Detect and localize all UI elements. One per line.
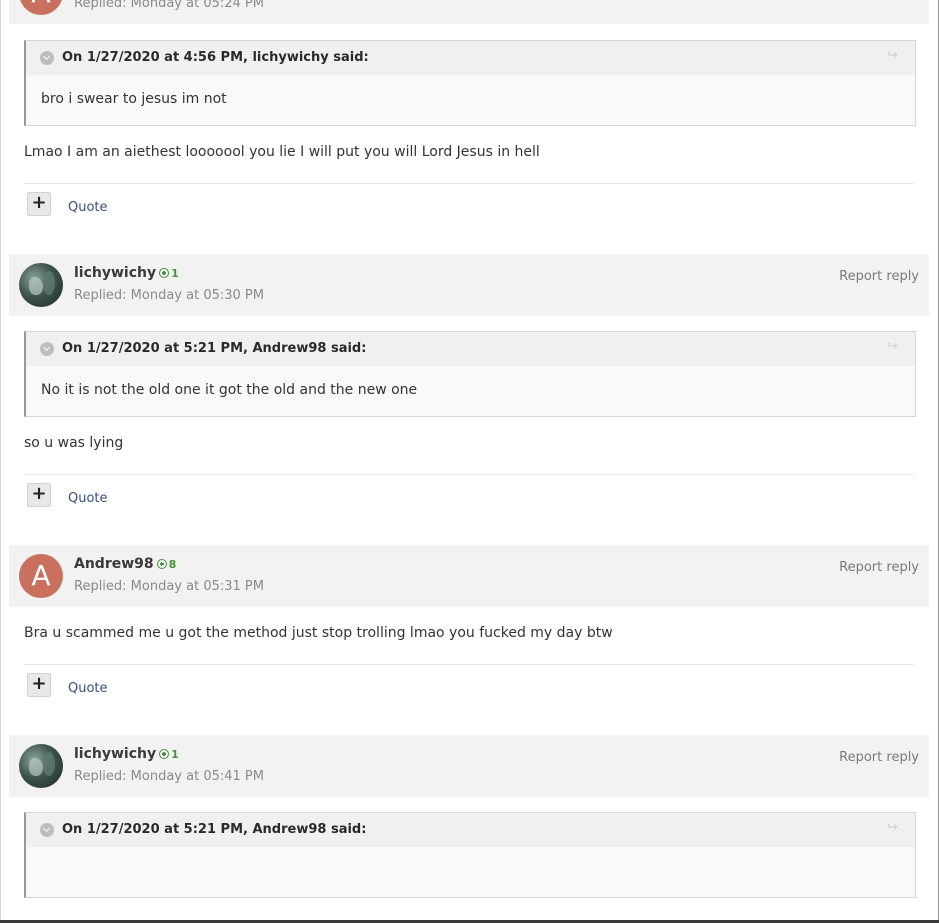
- author-name[interactable]: lichywichy 1: [74, 265, 179, 281]
- replied-time: Replied: Monday at 05:41 PM: [74, 769, 264, 784]
- reputation-badge: 1: [159, 748, 179, 761]
- collapse-chevron-icon[interactable]: [40, 823, 54, 837]
- left-border: [0, 0, 1, 923]
- avatar[interactable]: A: [19, 0, 63, 15]
- quote-button[interactable]: Quote: [68, 491, 108, 506]
- post-content: Lmao I am an aiethest looooool you lie I…: [24, 144, 540, 160]
- quote-button[interactable]: Quote: [68, 681, 108, 696]
- quote-header: On 1/27/2020 at 4:56 PM, lichywichy said…: [26, 41, 915, 75]
- reputation-badge: 8: [156, 558, 176, 571]
- plus-circle-icon: [159, 749, 170, 759]
- report-reply-link[interactable]: Report reply: [839, 269, 919, 284]
- post-header: lichywichy 1 Replied: Monday at 05:30 PM …: [9, 254, 929, 316]
- quote-block: On 1/27/2020 at 5:21 PM, Andrew98 said: …: [24, 812, 916, 898]
- quote-citation[interactable]: On 1/27/2020 at 5:21 PM, Andrew98 said:: [62, 822, 366, 837]
- reputation-badge: 1: [159, 267, 179, 280]
- post-header: lichywichy 1 Replied: Monday at 05:41 PM …: [9, 735, 929, 797]
- quote-block: On 1/27/2020 at 5:21 PM, Andrew98 said: …: [24, 331, 916, 417]
- author-name[interactable]: Andrew98 8: [74, 556, 176, 572]
- quote-body: bro i swear to jesus im not: [41, 91, 227, 107]
- quote-header: On 1/27/2020 at 5:21 PM, Andrew98 said: …: [26, 813, 915, 847]
- divider: [24, 183, 914, 184]
- quote-body: No it is not the old one it got the old …: [41, 382, 418, 398]
- post-header: A Andrew98 8 Replied: Monday at 05:31 PM …: [9, 545, 929, 607]
- report-reply-link[interactable]: Report reply: [839, 750, 919, 765]
- quote-citation[interactable]: On 1/27/2020 at 5:21 PM, Andrew98 said:: [62, 341, 366, 356]
- reaction-plus-button[interactable]: +: [27, 192, 51, 216]
- divider: [24, 474, 914, 475]
- plus-circle-icon: [159, 268, 170, 278]
- share-arrow-icon[interactable]: ↪: [887, 49, 901, 62]
- report-reply-link[interactable]: Report reply: [839, 560, 919, 575]
- quote-header: On 1/27/2020 at 5:21 PM, Andrew98 said: …: [26, 332, 915, 366]
- replied-time: Replied: Monday at 05:30 PM: [74, 288, 264, 303]
- post-content: Bra u scammed me u got the method just s…: [24, 625, 613, 641]
- reaction-plus-button[interactable]: +: [27, 673, 51, 697]
- replied-time: Replied: Monday at 05:31 PM: [74, 579, 264, 594]
- author-name[interactable]: lichywichy 1: [74, 746, 179, 762]
- replied-time: Replied: Monday at 05:24 PM: [74, 0, 264, 11]
- avatar[interactable]: [19, 744, 63, 788]
- share-arrow-icon[interactable]: ↪: [887, 340, 901, 353]
- share-arrow-icon[interactable]: ↪: [887, 821, 901, 834]
- plus-circle-icon: [156, 559, 167, 569]
- reaction-plus-button[interactable]: +: [27, 483, 51, 507]
- quote-citation[interactable]: On 1/27/2020 at 4:56 PM, lichywichy said…: [62, 50, 369, 65]
- forum-thread: A Replied: Monday at 05:24 PM On 1/27/20…: [0, 0, 939, 923]
- post-header: A Replied: Monday at 05:24 PM: [9, 0, 929, 24]
- avatar[interactable]: [19, 263, 63, 307]
- divider: [24, 664, 914, 665]
- avatar[interactable]: A: [19, 554, 63, 598]
- quote-block: On 1/27/2020 at 4:56 PM, lichywichy said…: [24, 40, 916, 126]
- post-content: so u was lying: [24, 435, 124, 451]
- quote-body: [26, 847, 915, 897]
- collapse-chevron-icon[interactable]: [40, 51, 54, 65]
- collapse-chevron-icon[interactable]: [40, 342, 54, 356]
- quote-button[interactable]: Quote: [68, 200, 108, 215]
